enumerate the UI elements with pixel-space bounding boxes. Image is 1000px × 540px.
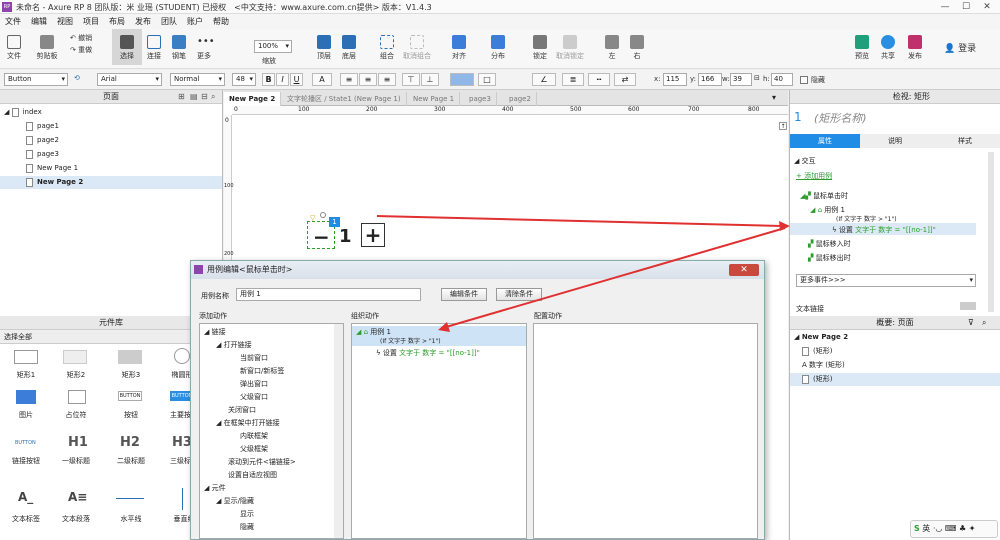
annotation-arrows xyxy=(376,215,790,332)
arrowhead-icon xyxy=(438,322,450,332)
arrow-to-dialog xyxy=(445,227,786,328)
ime-logo-icon: S xyxy=(914,524,920,533)
arrow-to-inspector xyxy=(376,215,783,227)
ime-toolbar[interactable]: S 英 ·◡ ⌨ ♣ ✦ xyxy=(910,520,998,538)
